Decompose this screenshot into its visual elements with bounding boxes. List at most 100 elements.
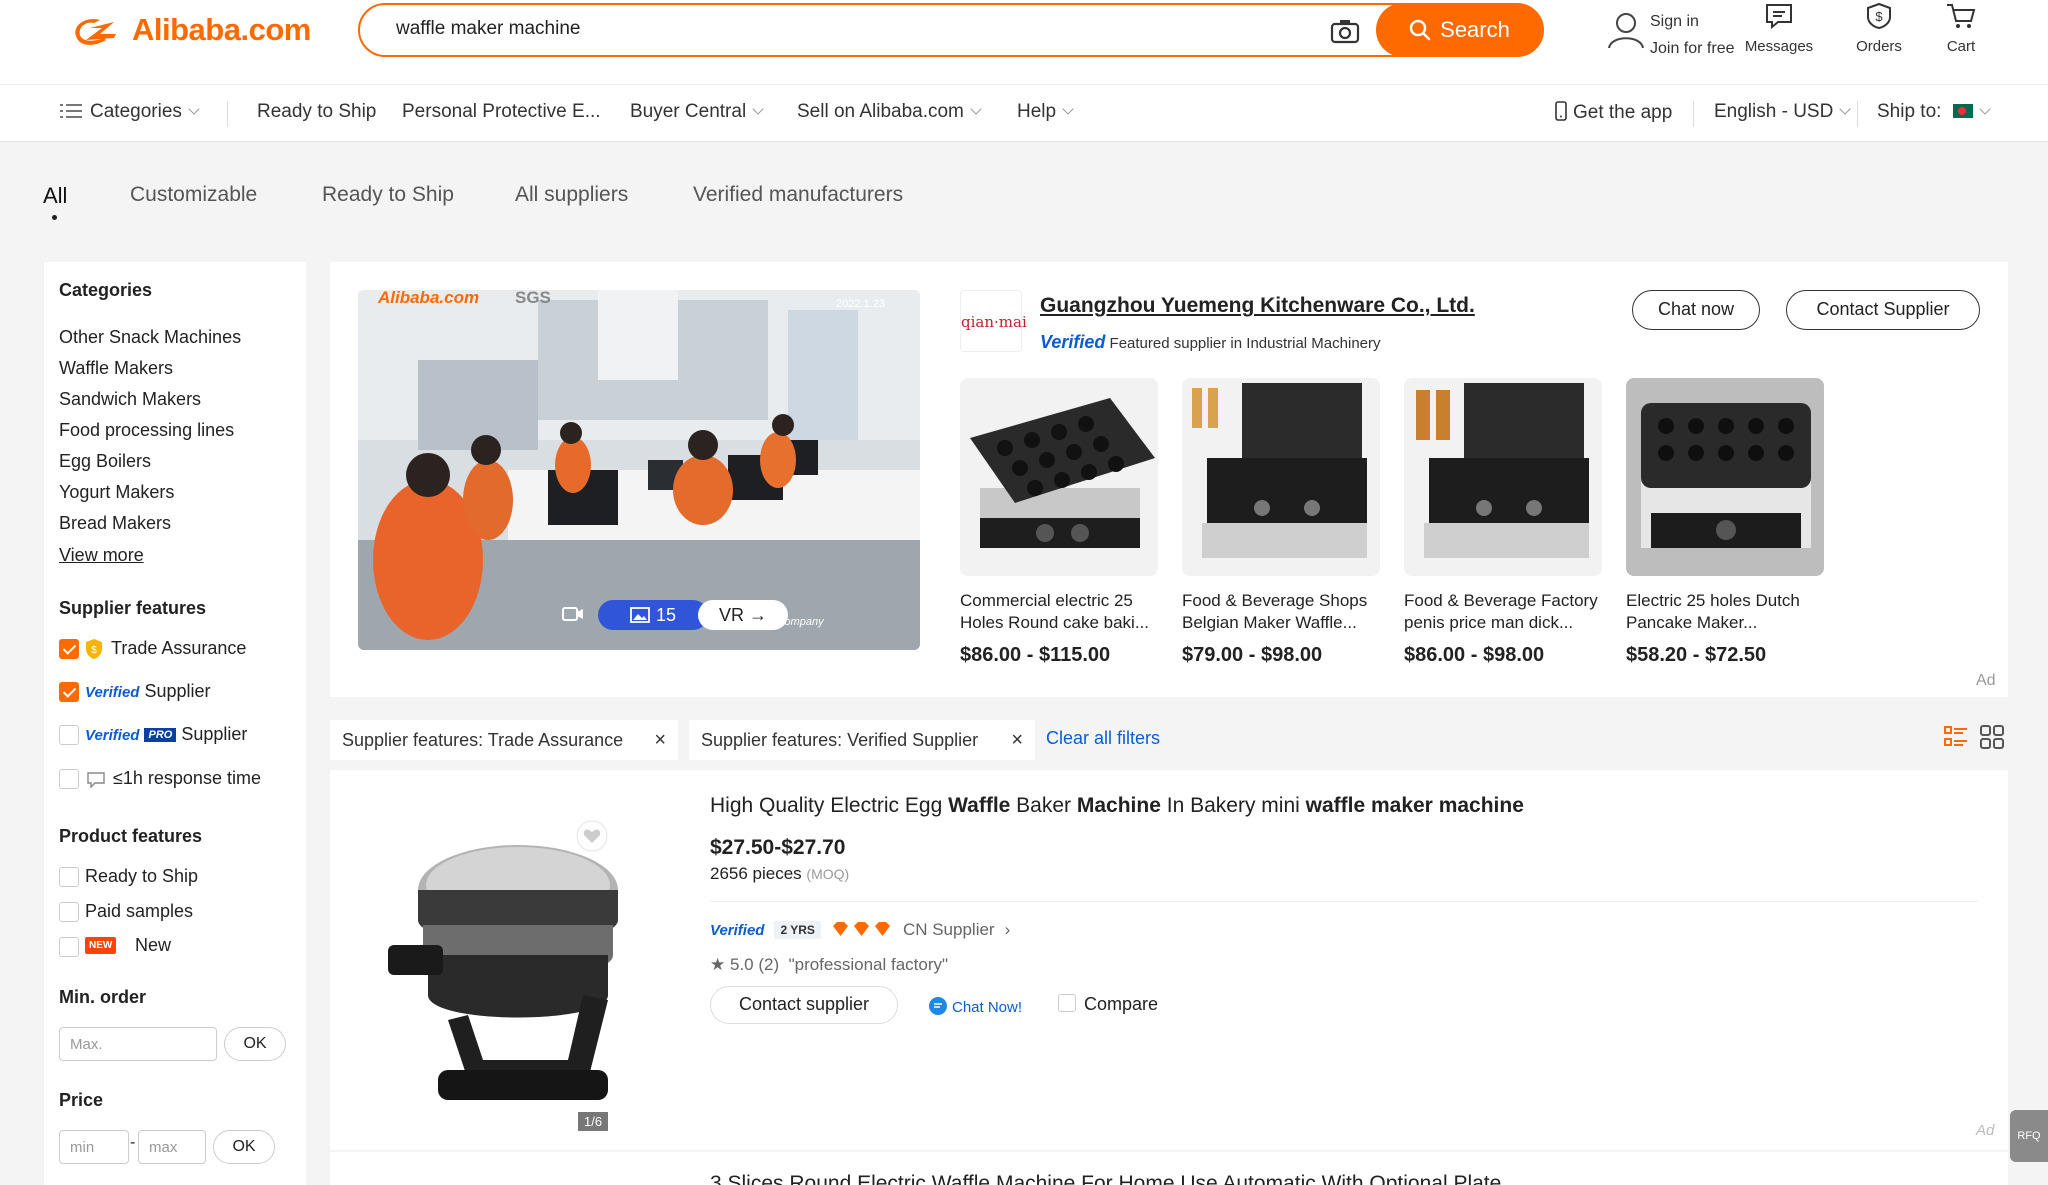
product-title: Food & Beverage Factory penis price man … xyxy=(1404,591,1598,632)
category-item[interactable]: Egg Boilers xyxy=(59,451,151,472)
nav-ready-to-ship[interactable]: Ready to Ship xyxy=(257,101,376,123)
photo-count-button[interactable]: 15 xyxy=(598,600,708,630)
image-icon xyxy=(630,607,650,623)
featured-product-card[interactable]: Commercial electric 25 Holes Round cake … xyxy=(960,378,1158,667)
featured-product-card[interactable]: Electric 25 holes Dutch Pancake Maker...… xyxy=(1626,378,1824,667)
trade-assurance-checkbox[interactable] xyxy=(59,639,79,659)
messages-button[interactable]: Messages xyxy=(1734,2,1824,55)
featured-supplier-card: Alibaba.com SGS 2022.1.23 ...r's Company… xyxy=(330,262,2008,697)
logo-text[interactable]: Alibaba.com xyxy=(132,12,311,48)
chat-now-label: Chat Now! xyxy=(952,999,1023,1016)
list-view-icon[interactable] xyxy=(1944,725,1968,749)
close-icon[interactable]: × xyxy=(654,720,666,760)
rfq-floating-button[interactable]: RFQ xyxy=(2010,1110,2048,1162)
featured-text: Featured supplier in Industrial Machiner… xyxy=(1109,335,1381,352)
featured-product-card[interactable]: Food & Beverage Shops Belgian Maker Waff… xyxy=(1182,378,1380,667)
nav-categories[interactable]: Categories xyxy=(60,101,200,123)
clear-filters-link[interactable]: Clear all filters xyxy=(1046,728,1160,749)
nav-divider xyxy=(227,101,228,127)
product-price: $79.00 - $98.00 xyxy=(1182,644,1323,666)
product-image xyxy=(1182,378,1380,576)
category-item[interactable]: Other Snack Machines xyxy=(59,327,241,348)
ready-to-ship-label: Ready to Ship xyxy=(85,866,199,886)
contact-supplier-button[interactable]: Contact Supplier xyxy=(1786,290,1980,330)
price-ok-button[interactable]: OK xyxy=(213,1130,275,1164)
nav-help[interactable]: Help xyxy=(1017,101,1074,123)
account-links: Sign in Join for free xyxy=(1650,8,1734,62)
paid-samples-checkbox[interactable] xyxy=(59,902,79,922)
nav-get-app[interactable]: Get the app xyxy=(1555,101,1672,124)
nav-sell[interactable]: Sell on Alibaba.com xyxy=(797,101,982,123)
join-link[interactable]: Join for free xyxy=(1650,35,1734,62)
search-icon xyxy=(1409,19,1431,41)
listing-image[interactable]: 1/6 xyxy=(358,780,658,1140)
chevron-down-icon xyxy=(1979,103,1991,115)
supplier-logo[interactable]: qian·mai xyxy=(960,290,1027,352)
price-min-input[interactable]: min xyxy=(59,1130,129,1164)
tab-customizable[interactable]: Customizable xyxy=(130,183,257,207)
category-item[interactable]: Waffle Makers xyxy=(59,358,173,379)
search-button[interactable]: Search xyxy=(1376,3,1542,57)
verified-pro-checkbox[interactable] xyxy=(59,725,79,745)
response-time-label: ≤1h response time xyxy=(113,768,261,788)
user-icon[interactable] xyxy=(1606,10,1646,50)
rating-value[interactable]: 5.0 (2) xyxy=(730,955,779,974)
price-heading: Price xyxy=(59,1090,104,1110)
camera-icon[interactable] xyxy=(1330,17,1360,45)
min-order-ok-button[interactable]: OK xyxy=(224,1027,286,1061)
heart-icon[interactable] xyxy=(576,820,608,852)
listing-moq: 2656 pieces (MOQ) xyxy=(710,864,849,884)
featured-product-card[interactable]: Food & Beverage Factory penis price man … xyxy=(1404,378,1602,667)
view-more-link[interactable]: View more xyxy=(59,545,144,566)
filter-sidebar: Categories Other Snack Machines Waffle M… xyxy=(44,262,306,1185)
supplier-word: Supplier xyxy=(144,681,211,701)
tab-all[interactable]: All xyxy=(43,183,67,209)
supplier-name-link[interactable]: Guangzhou Yuemeng Kitchenware Co., Ltd. xyxy=(1040,294,1475,318)
verified-badge[interactable]: Verified xyxy=(710,922,764,939)
tab-verified-manufacturers[interactable]: Verified manufacturers xyxy=(693,183,903,207)
categories-heading: Categories xyxy=(59,280,153,300)
supplier-country-link[interactable]: CN Supplier xyxy=(903,920,995,940)
grid-view-icon[interactable] xyxy=(1980,725,2004,749)
category-item[interactable]: Yogurt Makers xyxy=(59,482,174,503)
verified-supplier-checkbox[interactable] xyxy=(59,682,79,702)
vr-button[interactable]: VR → xyxy=(698,600,788,630)
video-icon[interactable] xyxy=(562,605,584,623)
contact-supplier-button[interactable]: Contact supplier xyxy=(710,986,898,1024)
chat-now-link[interactable]: Chat Now! xyxy=(928,996,1022,1016)
compare-checkbox[interactable] xyxy=(1058,994,1076,1012)
price-max-input[interactable]: max xyxy=(138,1130,206,1164)
waffle-stick-maker-icon xyxy=(1416,383,1589,558)
nav-ship-to[interactable]: Ship to: xyxy=(1877,101,1991,123)
nav-language[interactable]: English - USD xyxy=(1714,101,1851,123)
sign-in-link[interactable]: Sign in xyxy=(1650,8,1734,35)
close-icon[interactable]: × xyxy=(1011,720,1023,760)
category-item[interactable]: Food processing lines xyxy=(59,420,234,441)
search-input[interactable] xyxy=(396,18,1296,40)
nav-ppe[interactable]: Personal Protective E... xyxy=(402,101,601,123)
supplier-info-row: Verified 2 YRS CN Supplier › xyxy=(710,920,1010,940)
min-order-input[interactable]: Max. xyxy=(59,1027,217,1061)
supplier-hero-image[interactable]: Alibaba.com SGS 2022.1.23 ...r's Company… xyxy=(358,290,920,650)
ready-to-ship-checkbox[interactable] xyxy=(59,867,79,887)
category-item[interactable]: Sandwich Makers xyxy=(59,389,201,410)
orders-button[interactable]: $ Orders xyxy=(1834,2,1924,55)
nav-buyer-central-label: Buyer Central xyxy=(630,101,747,122)
orders-label: Orders xyxy=(1856,38,1902,55)
cart-button[interactable]: Cart xyxy=(1916,2,2006,55)
tab-ready-to-ship[interactable]: Ready to Ship xyxy=(322,183,454,207)
chat-now-button[interactable]: Chat now xyxy=(1632,290,1760,330)
title-part: High Quality Electric Egg xyxy=(710,794,949,817)
ad-label: Ad xyxy=(1976,672,1996,689)
price-dash: - xyxy=(130,1134,136,1151)
waffle-stick-maker-icon xyxy=(1192,383,1367,558)
nav-sell-label: Sell on Alibaba.com xyxy=(797,101,964,122)
alibaba-logo-icon[interactable] xyxy=(70,14,122,50)
listing-title[interactable]: 3 Slices Round Electric Waffle Machine F… xyxy=(710,1172,1501,1185)
tab-all-suppliers[interactable]: All suppliers xyxy=(515,183,628,207)
new-checkbox[interactable] xyxy=(59,937,79,957)
category-item[interactable]: Bread Makers xyxy=(59,513,171,534)
nav-buyer-central[interactable]: Buyer Central xyxy=(630,101,764,123)
response-time-checkbox[interactable] xyxy=(59,769,79,789)
listing-title[interactable]: High Quality Electric Egg Waffle Baker M… xyxy=(710,794,1524,818)
